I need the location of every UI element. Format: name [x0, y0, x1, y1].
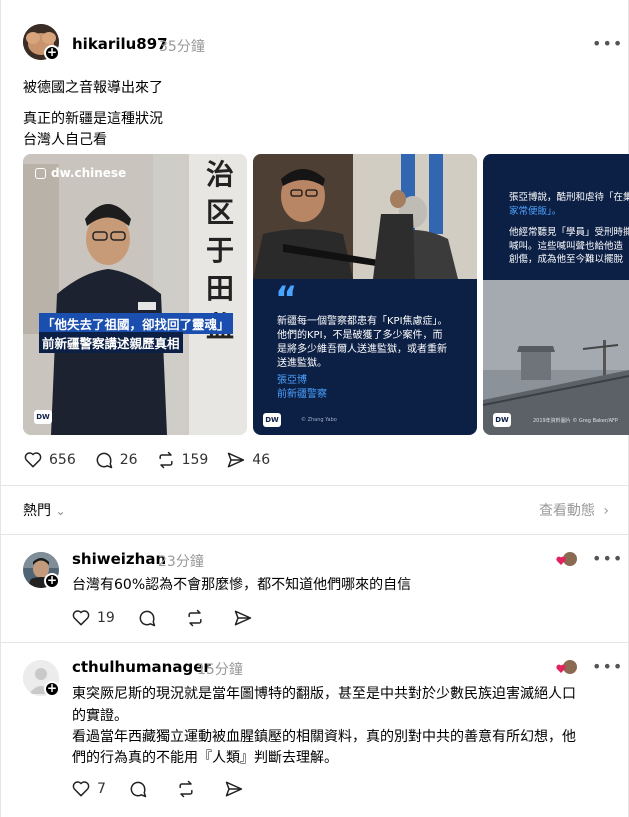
post-text-line: 真正的新疆是這種狀況 [23, 111, 163, 127]
repost-button[interactable] [176, 779, 202, 799]
dw-logo-icon: DW [493, 413, 511, 427]
repost-count: 159 [181, 452, 209, 468]
caption-sub: 前新疆警察講述親歷真相 [39, 332, 183, 353]
caption-highlight: 「他失去了祖國，卻找回了靈魂」 [39, 313, 233, 334]
share-button[interactable] [224, 779, 250, 799]
comment-username[interactable]: shiweizhan [72, 550, 166, 568]
more-icon[interactable]: ••• [592, 549, 623, 568]
post-text-line: 被德國之音報導出來了 [23, 80, 163, 96]
share-count: 46 [252, 452, 271, 468]
post-actions: 656 26 159 46 [23, 450, 288, 470]
comment-text-line: 的實證。 [72, 708, 128, 724]
comment-text-line: 看過當年西藏獨立運動被血腥鎮壓的相關資料，真的別對中共的善意有所幻想，他 [72, 729, 576, 745]
like-count: 656 [49, 452, 76, 468]
share-icon [228, 452, 245, 468]
like-button[interactable]: 656 [23, 450, 76, 470]
photo-credit: © Zhang Yabo [301, 417, 337, 423]
repost-button[interactable] [185, 608, 211, 628]
more-icon[interactable]: ••• [592, 34, 623, 53]
article-text: 張亞博說，酷刑和虐待「在集 家常便飯」。 他經常聽見「學員」受刑時撕 喊叫。這些… [509, 192, 629, 265]
share-button[interactable] [233, 608, 259, 628]
post-text-line: 台灣人自己看 [23, 132, 107, 148]
like-count: 19 [97, 610, 115, 626]
heart-icon [72, 610, 90, 626]
share-button[interactable]: 46 [226, 450, 270, 470]
media-image-2[interactable]: “ 新疆每一個警察都患有「KPI焦慮症」。 他們的KPI，不是破獲了多少案件，而… [253, 154, 477, 435]
divider [0, 485, 629, 486]
sort-dropdown[interactable]: 熱門 ⌄ [23, 500, 66, 520]
comment-text-line: 東突厥尼斯的現況就是當年圖博特的翻版，甚至是中共對於少數民族迫害滅絕人口 [72, 686, 576, 702]
post-username[interactable]: hikarilu897 [72, 35, 168, 53]
comment-icon [130, 781, 147, 798]
comment-username[interactable]: cthulhumanager [72, 658, 211, 676]
more-icon[interactable]: ••• [592, 657, 623, 676]
view-activity-link[interactable]: 查看動態 › [539, 500, 609, 520]
follow-plus-icon[interactable]: + [44, 573, 60, 589]
comment-button[interactable]: 26 [94, 450, 138, 470]
heart-icon [24, 452, 42, 468]
follow-plus-icon[interactable]: + [44, 681, 60, 697]
comment-icon [96, 452, 112, 469]
quote-text: 新疆每一個警察都患有「KPI焦慮症」。 他們的KPI，不是破獲了多少案件，而 是… [277, 316, 448, 369]
divider [0, 642, 629, 643]
heart-icon [72, 781, 90, 797]
chevron-down-icon: ⌄ [55, 504, 66, 518]
quote-author: 張亞博 前新疆警察 [277, 375, 327, 400]
comment-actions: 19 [71, 608, 277, 628]
comment-text-line: 們的行為真的不能用『人類』判斷去理解。 [72, 750, 338, 766]
dw-logo-icon: DW [263, 413, 281, 427]
media-image-3[interactable]: 張亞博說，酷刑和虐待「在集 家常便飯」。 他經常聽見「學員」受刑時撕 喊叫。這些… [483, 154, 629, 435]
comment-timestamp: 23分鐘 [158, 554, 204, 570]
comment-icon [139, 610, 156, 627]
author-liked-badge [556, 551, 578, 567]
post-timestamp: 35分鐘 [159, 39, 205, 55]
divider [0, 534, 629, 535]
photo-credit: 2019年資料圖片 © Greg Baker/AFP [533, 418, 618, 424]
comment-button[interactable] [128, 779, 154, 799]
like-button[interactable]: 7 [71, 779, 106, 799]
share-icon [234, 610, 252, 626]
repost-icon [158, 451, 173, 469]
comment-button[interactable] [137, 608, 163, 628]
comment-timestamp: 15分鐘 [197, 662, 243, 678]
like-button[interactable]: 19 [71, 608, 115, 628]
share-icon [225, 781, 243, 797]
comment-actions: 7 [71, 779, 268, 799]
chevron-right-icon: › [603, 503, 609, 519]
dw-logo-icon: DW [34, 410, 52, 424]
media-image-1[interactable]: dw.chinese 治 区 于 田 监 「他失去了祖國，卻找回了靈魂」 前新疆… [23, 154, 247, 435]
author-liked-badge [556, 659, 578, 675]
repost-icon [179, 780, 193, 798]
like-count: 7 [97, 781, 106, 797]
repost-button[interactable]: 159 [156, 450, 209, 470]
comment-count: 26 [119, 452, 138, 468]
comment-text-line: 台灣有60%認為不會那麼慘，都不知道他們哪來的自信 [72, 577, 412, 593]
source-tag: dw.chinese [35, 166, 126, 180]
quote-mark: “ [275, 279, 298, 319]
repost-icon [188, 609, 202, 627]
instagram-icon [35, 167, 46, 179]
follow-plus-icon[interactable]: + [44, 45, 60, 61]
